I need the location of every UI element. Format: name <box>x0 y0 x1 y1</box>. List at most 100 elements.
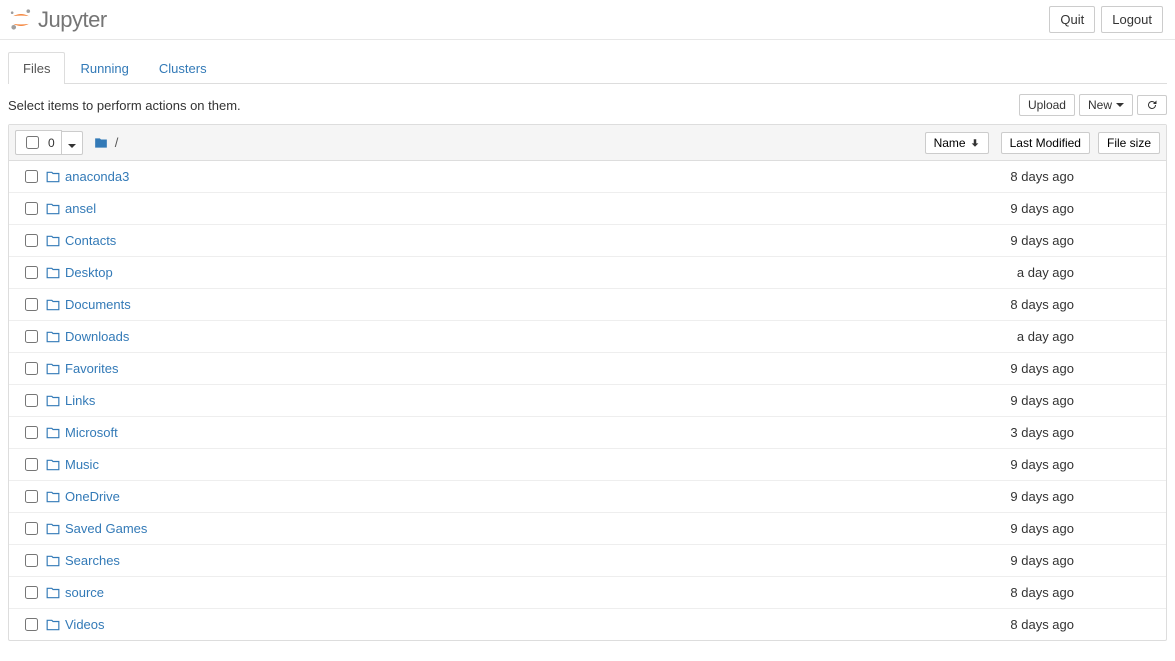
breadcrumb-root: / <box>115 135 119 150</box>
row-checkbox-cell <box>17 551 45 570</box>
jupyter-logo-icon <box>8 7 34 33</box>
row-checkbox[interactable] <box>25 330 38 343</box>
row-checkbox[interactable] <box>25 458 38 471</box>
sort-name-button[interactable]: Name <box>925 132 989 154</box>
file-list-header: 0 / Name Last Modified File size <box>9 125 1166 161</box>
folder-icon <box>45 298 65 312</box>
file-rows-container: anaconda38 days agoansel9 days agoContac… <box>9 161 1166 640</box>
row-checkbox[interactable] <box>25 490 38 503</box>
row-checkbox-cell <box>17 519 45 538</box>
toolbar-row: Select items to perform actions on them.… <box>0 84 1175 124</box>
list-item: Contacts9 days ago <box>9 225 1166 257</box>
item-modified: a day ago <box>928 265 1088 280</box>
tab-clusters[interactable]: Clusters <box>144 52 222 84</box>
list-item: Downloadsa day ago <box>9 321 1166 353</box>
item-name-link[interactable]: Downloads <box>65 329 928 344</box>
selection-hint: Select items to perform actions on them. <box>8 98 241 113</box>
sort-name-label: Name <box>934 136 966 150</box>
item-name-link[interactable]: Favorites <box>65 361 928 376</box>
row-checkbox-cell <box>17 583 45 602</box>
breadcrumb: / <box>93 135 119 150</box>
row-checkbox[interactable] <box>25 202 38 215</box>
jupyter-logo[interactable]: Jupyter <box>8 7 107 33</box>
row-checkbox[interactable] <box>25 394 38 407</box>
sort-last-modified-button[interactable]: Last Modified <box>1001 132 1090 154</box>
row-checkbox[interactable] <box>25 298 38 311</box>
item-name-link[interactable]: OneDrive <box>65 489 928 504</box>
upload-button[interactable]: Upload <box>1019 94 1075 116</box>
row-checkbox-cell <box>17 423 45 442</box>
tab-running[interactable]: Running <box>65 52 143 84</box>
row-checkbox[interactable] <box>25 362 38 375</box>
list-item: anaconda38 days ago <box>9 161 1166 193</box>
row-checkbox-cell <box>17 327 45 346</box>
row-checkbox[interactable] <box>25 586 38 599</box>
item-name-link[interactable]: Saved Games <box>65 521 928 536</box>
row-checkbox[interactable] <box>25 522 38 535</box>
row-checkbox[interactable] <box>25 618 38 631</box>
list-item: Saved Games9 days ago <box>9 513 1166 545</box>
item-modified: 3 days ago <box>928 425 1088 440</box>
row-checkbox-cell <box>17 295 45 314</box>
item-modified: 9 days ago <box>928 361 1088 376</box>
list-item: Documents8 days ago <box>9 289 1166 321</box>
item-modified: 9 days ago <box>928 553 1088 568</box>
new-dropdown-button[interactable]: New <box>1079 94 1133 116</box>
logout-button[interactable]: Logout <box>1101 6 1163 33</box>
list-item: Music9 days ago <box>9 449 1166 481</box>
row-checkbox[interactable] <box>25 170 38 183</box>
row-checkbox-cell <box>17 455 45 474</box>
caret-down-icon <box>1116 103 1124 107</box>
row-checkbox-cell <box>17 615 45 634</box>
arrow-down-icon <box>970 138 980 148</box>
folder-icon[interactable] <box>93 136 109 150</box>
file-list: 0 / Name Last Modified File size anacond… <box>8 124 1167 641</box>
sort-file-size-button[interactable]: File size <box>1098 132 1160 154</box>
row-checkbox-cell <box>17 487 45 506</box>
refresh-button[interactable] <box>1137 95 1167 115</box>
row-checkbox-cell <box>17 359 45 378</box>
item-name-link[interactable]: Desktop <box>65 265 928 280</box>
new-button-label: New <box>1088 98 1112 112</box>
item-name-link[interactable]: Microsoft <box>65 425 928 440</box>
select-menu-caret[interactable] <box>62 131 83 155</box>
row-checkbox-cell <box>17 263 45 282</box>
item-name-link[interactable]: Links <box>65 393 928 408</box>
item-name-link[interactable]: source <box>65 585 928 600</box>
folder-icon <box>45 458 65 472</box>
item-modified: 8 days ago <box>928 169 1088 184</box>
item-modified: 9 days ago <box>928 233 1088 248</box>
row-checkbox[interactable] <box>25 554 38 567</box>
list-item: Microsoft3 days ago <box>9 417 1166 449</box>
row-checkbox[interactable] <box>25 234 38 247</box>
quit-button[interactable]: Quit <box>1049 6 1095 33</box>
folder-icon <box>45 234 65 248</box>
folder-icon <box>45 266 65 280</box>
item-name-link[interactable]: ansel <box>65 201 928 216</box>
select-count: 0 <box>48 136 55 150</box>
list-item: Favorites9 days ago <box>9 353 1166 385</box>
item-name-link[interactable]: Videos <box>65 617 928 632</box>
folder-icon <box>45 522 65 536</box>
folder-icon <box>45 554 65 568</box>
select-all-checkbox[interactable] <box>26 136 39 149</box>
row-checkbox[interactable] <box>25 266 38 279</box>
item-modified: 8 days ago <box>928 617 1088 632</box>
jupyter-logo-text: Jupyter <box>38 7 107 33</box>
item-name-link[interactable]: Contacts <box>65 233 928 248</box>
list-item: Links9 days ago <box>9 385 1166 417</box>
item-name-link[interactable]: anaconda3 <box>65 169 928 184</box>
row-checkbox-cell <box>17 199 45 218</box>
folder-icon <box>45 330 65 344</box>
tab-files[interactable]: Files <box>8 52 65 84</box>
select-all-box[interactable]: 0 <box>15 130 62 155</box>
item-name-link[interactable]: Searches <box>65 553 928 568</box>
row-checkbox-cell <box>17 391 45 410</box>
row-checkbox[interactable] <box>25 426 38 439</box>
item-modified: 8 days ago <box>928 585 1088 600</box>
item-name-link[interactable]: Documents <box>65 297 928 312</box>
row-checkbox-cell <box>17 167 45 186</box>
caret-down-icon <box>68 144 76 148</box>
item-name-link[interactable]: Music <box>65 457 928 472</box>
list-item: ansel9 days ago <box>9 193 1166 225</box>
